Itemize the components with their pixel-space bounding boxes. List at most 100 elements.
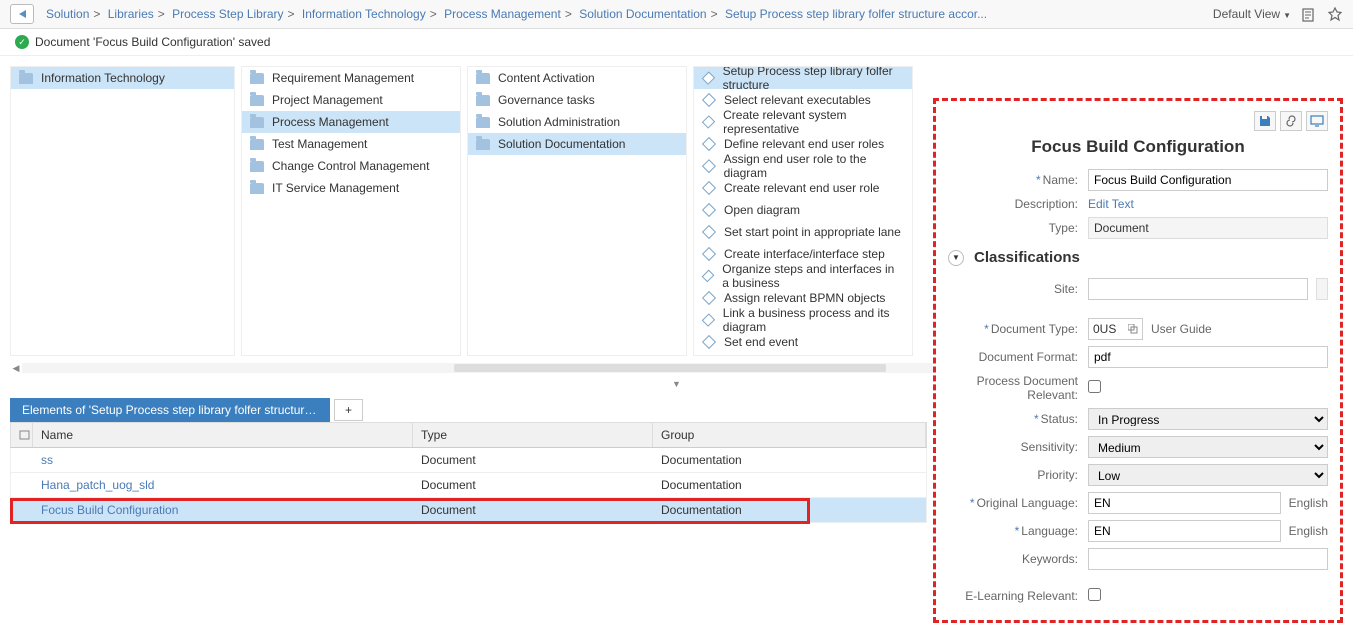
folder-item[interactable]: Requirement Management (242, 67, 460, 89)
collapse-button[interactable]: ▼ (948, 250, 964, 266)
crumb[interactable]: Process Step Library (172, 7, 283, 21)
row-name-link[interactable]: Hana_patch_uog_sld (33, 473, 413, 497)
export-icon[interactable] (1301, 6, 1317, 22)
process-icon (702, 93, 716, 107)
priority-select[interactable]: Low (1088, 464, 1328, 486)
site-input[interactable] (1088, 278, 1308, 300)
screen-button[interactable] (1306, 111, 1328, 131)
field-sensitivity: Sensitivity: Medium (948, 436, 1328, 458)
folder-item[interactable]: Solution Documentation (468, 133, 686, 155)
tab-elements[interactable]: Elements of 'Setup Process step library … (10, 398, 330, 422)
column-2[interactable]: Requirement Management Project Managemen… (241, 66, 461, 356)
favorite-icon[interactable] (1327, 6, 1343, 22)
folder-item[interactable]: Change Control Management (242, 155, 460, 177)
row-group: Documentation (653, 448, 926, 472)
column-1[interactable]: Information Technology (10, 66, 235, 356)
status-message: Document 'Focus Build Configuration' sav… (35, 35, 270, 49)
scroll-thumb[interactable] (454, 364, 886, 372)
col-type[interactable]: Type (413, 423, 653, 447)
process-icon (702, 115, 716, 129)
docformat-input[interactable] (1088, 346, 1328, 368)
tab-row: Elements of 'Setup Process step library … (10, 398, 927, 422)
back-arrow-icon (19, 10, 26, 18)
field-status: *Status: In Progress (948, 408, 1328, 430)
crumb[interactable]: Information Technology (302, 7, 426, 21)
process-item[interactable]: Create relevant system representative (694, 111, 912, 133)
process-icon (702, 203, 716, 217)
scroll-left-icon[interactable]: ◀ (10, 363, 22, 374)
lang-input[interactable] (1088, 520, 1281, 542)
keywords-input[interactable] (1088, 548, 1328, 570)
process-item[interactable]: Set end event (694, 331, 912, 353)
process-icon (702, 137, 716, 151)
chevron-down-icon: ▼ (672, 379, 681, 389)
field-doctype: *Document Type: 0US User Guide (948, 318, 1328, 340)
crumb[interactable]: Solution (46, 7, 89, 21)
table-row[interactable]: Hana_patch_uog_sld Document Documentatio… (10, 473, 927, 498)
row-name-link[interactable]: Focus Build Configuration (33, 498, 413, 522)
site-text (1316, 278, 1328, 300)
process-icon (702, 71, 715, 84)
add-tab-button[interactable]: + (334, 399, 363, 421)
folder-item[interactable]: Content Activation (468, 67, 686, 89)
crumb[interactable]: Solution Documentation (579, 7, 706, 21)
col-group[interactable]: Group (653, 423, 926, 447)
sensitivity-select[interactable]: Medium (1088, 436, 1328, 458)
elearning-checkbox[interactable] (1088, 588, 1101, 601)
process-item[interactable]: Link a business process and its diagram (694, 309, 912, 331)
procdoc-checkbox[interactable] (1088, 380, 1101, 393)
process-icon (702, 270, 715, 283)
process-icon (702, 291, 716, 305)
folder-item[interactable]: IT Service Management (242, 177, 460, 199)
col-name[interactable]: Name (33, 423, 413, 447)
process-item[interactable]: Setup Process step library folfer struct… (694, 67, 912, 89)
folder-item[interactable]: Process Management (242, 111, 460, 133)
column-4[interactable]: Setup Process step library folfer struct… (693, 66, 913, 356)
origlang-text: English (1289, 496, 1328, 510)
process-icon (702, 313, 715, 326)
topbar: Solution> Libraries> Process Step Librar… (0, 0, 1353, 29)
origlang-input[interactable] (1088, 492, 1281, 514)
view-selector[interactable]: Default View▼ (1213, 7, 1291, 21)
column-3[interactable]: Content Activation Governance tasks Solu… (467, 66, 687, 356)
process-item[interactable]: Create relevant end user role (694, 177, 912, 199)
field-priority: Priority: Low (948, 464, 1328, 486)
process-icon (702, 181, 716, 195)
process-item[interactable]: Set start point in appropriate lane (694, 221, 912, 243)
table-row[interactable]: Focus Build Configuration Document Docum… (10, 498, 927, 523)
process-item[interactable]: Open diagram (694, 199, 912, 221)
edit-text-link[interactable]: Edit Text (1088, 197, 1134, 211)
field-type: Type: Document (948, 217, 1328, 239)
status-select[interactable]: In Progress (1088, 408, 1328, 430)
details-panel: Focus Build Configuration *Name: Descrip… (933, 98, 1343, 623)
crumb[interactable]: Process Management (444, 7, 561, 21)
folder-icon (476, 117, 490, 128)
row-name-link[interactable]: ss (33, 448, 413, 472)
name-input[interactable] (1088, 169, 1328, 191)
back-button[interactable] (10, 4, 34, 24)
crumb[interactable]: Libraries (108, 7, 154, 21)
folder-item[interactable]: Test Management (242, 133, 460, 155)
process-item[interactable]: Organize steps and interfaces in a busin… (694, 265, 912, 287)
folder-icon (476, 73, 490, 84)
process-item[interactable]: Assign end user role to the diagram (694, 155, 912, 177)
folder-item[interactable]: Project Management (242, 89, 460, 111)
detail-toolbar (948, 111, 1328, 131)
folder-item[interactable]: Solution Administration (468, 111, 686, 133)
value-help-icon (1128, 324, 1138, 334)
section-title: Classifications (974, 249, 1080, 266)
doctype-input[interactable]: 0US (1088, 318, 1143, 340)
table-row[interactable]: ss Document Documentation (10, 448, 927, 473)
folder-icon (250, 139, 264, 150)
crumb-current[interactable]: Setup Process step library folfer struct… (725, 7, 987, 21)
field-docformat: Document Format: (948, 346, 1328, 368)
folder-icon (476, 139, 490, 150)
table-header: Name Type Group (10, 422, 927, 448)
folder-item[interactable]: Governance tasks (468, 89, 686, 111)
folder-item[interactable]: Information Technology (11, 67, 234, 89)
save-button[interactable] (1254, 111, 1276, 131)
more-indicator[interactable]: ⋯ (694, 353, 912, 356)
row-group: Documentation (653, 498, 926, 522)
elements-pane: Elements of 'Setup Process step library … (10, 398, 927, 623)
link-button[interactable] (1280, 111, 1302, 131)
